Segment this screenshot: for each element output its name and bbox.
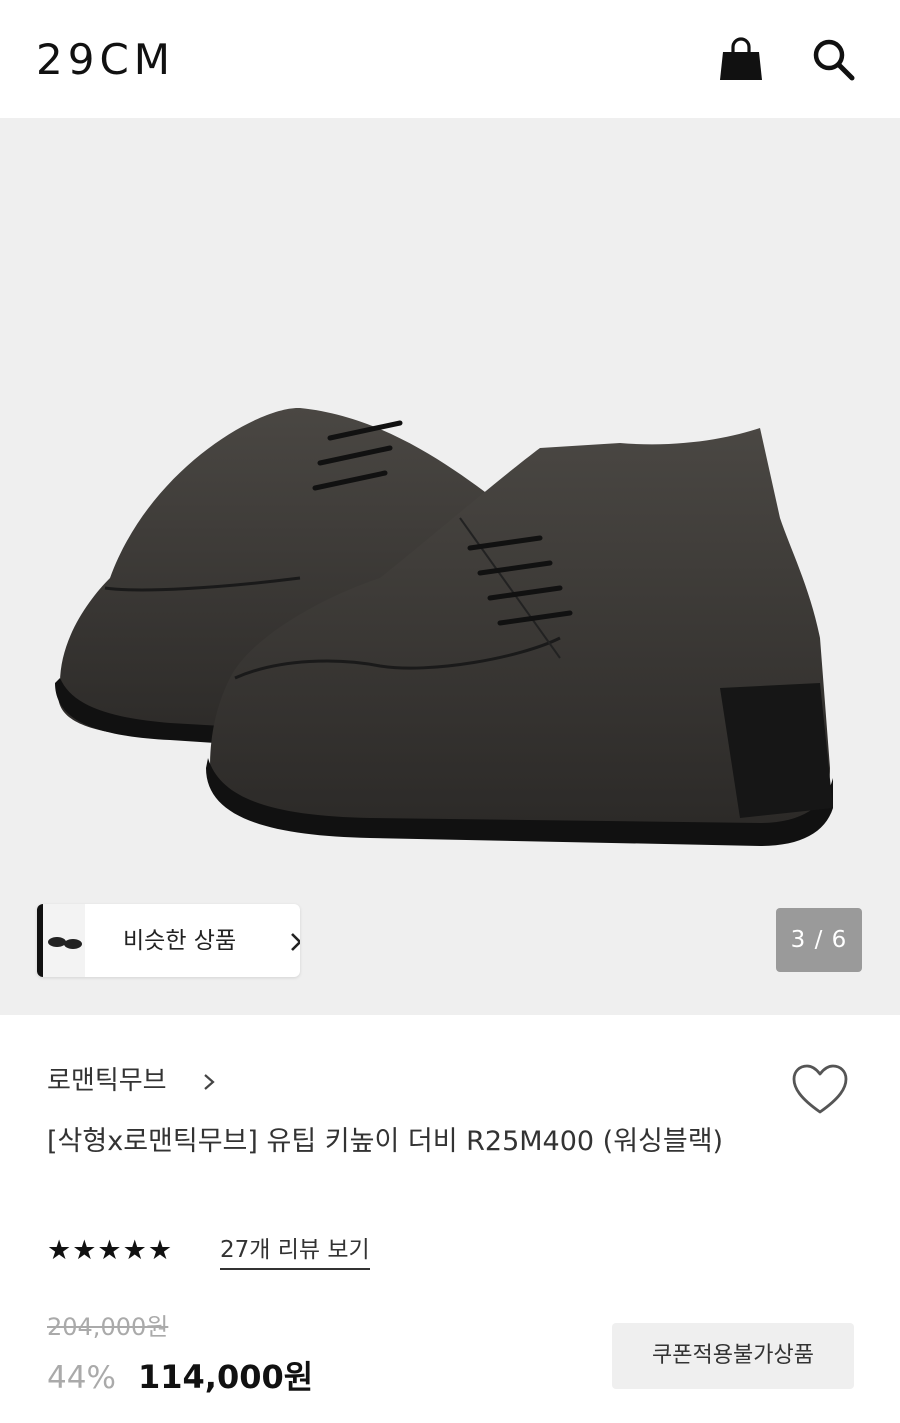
sale-price: 114,000원: [138, 1358, 314, 1396]
original-price: 204,000원: [47, 1313, 169, 1341]
heart-icon[interactable]: [790, 1062, 850, 1118]
brand-name[interactable]: 로맨틱무브: [47, 1064, 167, 1098]
review-link[interactable]: 27개 리뷰 보기: [220, 1232, 370, 1270]
shopping-bag-icon[interactable]: [716, 34, 766, 84]
top-header: 29CM: [0, 0, 900, 118]
rating-stars: ★★★★★: [47, 1235, 174, 1266]
chevron-right-icon: [291, 933, 300, 951]
chevron-right-icon[interactable]: [203, 1073, 215, 1091]
product-image: [55, 407, 833, 846]
product-image-gallery[interactable]: 비슷한 상품 3 / 6: [0, 118, 900, 1015]
product-title: [삭형x로맨틱무브] 유팁 키높이 더비 R25M400 (워싱블랙): [47, 1126, 724, 1157]
image-counter: 3 / 6: [776, 908, 862, 972]
coupon-badge: 쿠폰적용불가상품: [612, 1323, 854, 1389]
logo[interactable]: 29CM: [36, 36, 175, 84]
similar-product-thumbnail: [37, 904, 85, 977]
search-icon[interactable]: [808, 34, 858, 84]
similar-products-button[interactable]: 비슷한 상품: [37, 904, 300, 977]
discount-rate: 44%: [47, 1360, 116, 1396]
similar-products-label: 비슷한 상품: [123, 928, 237, 954]
